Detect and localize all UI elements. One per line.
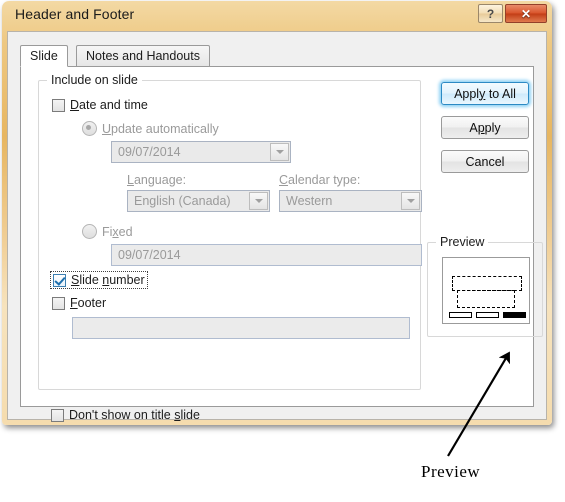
dialog-body: Slide Notes and Handouts Include on slid… [7, 31, 547, 422]
preview-footer-bar-2 [476, 312, 499, 318]
apply-to-all-label: Apply to All [454, 86, 516, 101]
help-icon[interactable]: ? [478, 4, 503, 23]
checkbox-label-date-and-time: Date and time [70, 98, 148, 112]
checkbox-footer[interactable]: Footer [52, 296, 106, 310]
preview-title-placeholder [452, 276, 522, 291]
preview-thumbnail [442, 257, 530, 324]
radio-update-automatically[interactable]: Update automatically [82, 121, 219, 136]
checkbox-box-date-and-time [52, 98, 65, 112]
preview-group-label: Preview [436, 235, 489, 249]
preview-group: Preview [427, 235, 543, 337]
input-fixed-date[interactable]: 09/07/2014 [111, 244, 422, 266]
include-on-slide-group: Include on slide Date and time Update au… [38, 73, 422, 390]
combo-date-value[interactable]: 09/07/2014 [111, 141, 291, 163]
checkbox-label-dont-show-on-title-slide: Don't show on title slide [69, 408, 200, 422]
radio-dot-fixed [82, 224, 97, 239]
label-calendar-type: Calendar type: [279, 173, 361, 187]
tab-panel-slide: Include on slide Date and time Update au… [20, 66, 543, 422]
tab-strip: Slide Notes and Handouts [20, 45, 534, 67]
dialog-window: Header and Footer ? ✕ Slide Notes and Ha… [2, 1, 552, 425]
combo-calendar-type[interactable]: Western [279, 190, 422, 212]
cancel-button[interactable]: Cancel [441, 150, 529, 173]
checkbox-label-slide-number: Slide number [71, 273, 145, 287]
radio-fixed[interactable]: Fixed [82, 224, 133, 239]
chevron-down-icon-language[interactable] [249, 192, 268, 210]
apply-label: Apply [469, 120, 501, 135]
preview-slide-number-bar [503, 312, 526, 318]
include-on-slide-label: Include on slide [47, 73, 142, 87]
checkbox-label-footer: Footer [70, 296, 107, 310]
title-bar[interactable]: Header and Footer ? ✕ [2, 1, 552, 31]
checkbox-date-and-time[interactable]: Date and time [52, 98, 148, 112]
label-language: Language: [127, 173, 187, 187]
combo-date-text: 09/07/2014 [118, 145, 181, 159]
annotation-label: Preview [421, 462, 481, 481]
checkbox-dont-show-on-title-slide[interactable]: Don't show on title slide [51, 408, 200, 422]
input-fixed-date-value: 09/07/2014 [118, 248, 181, 262]
window-title: Header and Footer [15, 6, 135, 22]
checkbox-box-dont-show-on-title-slide [51, 408, 64, 422]
chevron-down-icon-date[interactable] [270, 143, 289, 161]
preview-body-placeholder [457, 290, 515, 308]
preview-footer-bar-1 [449, 312, 472, 318]
close-icon[interactable]: ✕ [505, 4, 547, 23]
chevron-down-icon-calendar[interactable] [401, 192, 420, 210]
apply-to-all-button[interactable]: Apply to All [441, 82, 529, 105]
checkbox-box-slide-number [53, 273, 66, 287]
combo-language-text: English (Canada) [134, 194, 231, 208]
radio-label-fixed: Fixed [102, 224, 133, 239]
combo-language[interactable]: English (Canada) [127, 190, 270, 212]
checkbox-slide-number[interactable]: Slide number [50, 271, 148, 289]
radio-label-update-automatically: Update automatically [102, 121, 219, 136]
input-footer-text[interactable] [72, 317, 410, 339]
apply-button[interactable]: Apply [441, 116, 529, 139]
tab-slide[interactable]: Slide [20, 45, 68, 67]
combo-calendar-text: Western [286, 194, 333, 208]
radio-dot-update-automatically [82, 121, 97, 136]
checkbox-box-footer [52, 296, 65, 310]
tab-notes-and-handouts[interactable]: Notes and Handouts [76, 45, 210, 67]
